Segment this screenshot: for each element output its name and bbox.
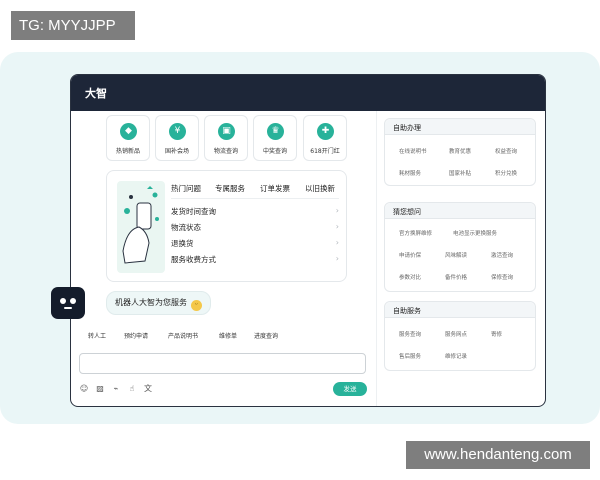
chevron-right-icon: › [335,206,339,215]
emoji-icon[interactable]: ☺ [79,384,89,394]
quick-action-label: 热销新品 [115,148,140,155]
card-title: 自助服务 [393,307,421,315]
faq-card: 热门问题 专属服务 订单发票 以旧换新 发货时间查询 › 物流状态 › 退换货 … [106,170,347,282]
quick-action-label: 618开门红 [310,148,340,155]
avatar-mouth [64,307,72,309]
shortcut-progress[interactable]: 进度查询 [254,331,278,340]
delivery-box-icon: ▣ [218,123,235,140]
bot-greeting-bubble: 机器人大智为您服务 ᵕ [106,291,211,315]
quick-action-label: 物流查询 [213,148,238,155]
image-icon[interactable]: ▨ [95,384,105,394]
card-title: 自助办理 [393,124,421,132]
smile-emoji-icon: ᵕ [191,300,202,311]
link-national-subsidy[interactable]: 国家补贴 [449,169,471,177]
chat-panel: ◆ 热销新品 ¥ 国补会场 ▣ 物流查询 ♛ 中奖查询 ✚ 618开门红 热门问… [71,111,376,406]
card-header: 自助办理 [385,119,535,135]
quick-action-new-products[interactable]: ◆ 热销新品 [106,115,150,161]
support-window: 大智 ◆ 热销新品 ¥ 国补会场 ▣ 物流查询 ♛ 中奖查询 ✚ 618开门红 [70,74,546,407]
thumbs-up-icon[interactable]: ☝ [127,384,137,394]
shortcut-appointment[interactable]: 预约申请 [124,331,148,340]
link-price-protection[interactable]: 申请价保 [399,251,421,259]
link-repair-history[interactable]: 维修记录 [445,352,467,360]
chevron-right-icon: › [335,238,339,247]
link-spare-parts-price[interactable]: 备件价格 [445,273,467,281]
chevron-right-icon: › [335,254,339,263]
link-warranty-query[interactable]: 保修查询 [491,273,513,281]
link-battery-replacement[interactable]: 电池显示更换服务 [453,229,497,237]
panel-divider [376,111,377,406]
quick-action-subsidy[interactable]: ¥ 国补会场 [155,115,199,161]
shortcut-manual[interactable]: 产品说明书 [168,331,198,340]
link-service-outlets[interactable]: 服务网点 [445,330,467,338]
quick-action-618[interactable]: ✚ 618开门红 [303,115,347,161]
faq-illustration [117,181,165,273]
greeting-text: 机器人大智为您服务 [115,298,187,307]
link-spec-compare[interactable]: 参数对比 [399,273,421,281]
suggested-questions-card: 猜您想问 官方换屏维修 电池显示更换服务 申请价保 风味解读 激活查询 参数对比… [384,202,536,292]
title-bar: 大智 [71,75,545,111]
faq-item-service-fees[interactable]: 服务收费方式 › [171,254,339,266]
tab-hot-questions[interactable]: 热门问题 [171,183,201,194]
tab-orders-invoices[interactable]: 订单发票 [260,183,290,194]
window-title: 大智 [85,87,107,100]
attachment-icon[interactable]: ⌁ [111,384,121,394]
faq-item-label: 退换货 [171,239,194,248]
link-consumables[interactable]: 耗材服务 [399,169,421,177]
watermark-top: TG: MYYJJPP [11,11,135,40]
send-button[interactable]: 发送 [333,382,367,396]
faq-item-label: 服务收费方式 [171,255,216,264]
translate-icon[interactable]: 文 [143,384,153,394]
link-flavor-explainer[interactable]: 风味解读 [445,251,467,259]
avatar-eye [70,298,76,304]
quick-action-label: 中奖查询 [262,148,287,155]
faq-item-returns[interactable]: 退换货 › [171,238,339,250]
shortcut-transfer-agent[interactable]: 转人工 [88,331,106,340]
avatar-eye [60,298,66,304]
shortcut-repair-order[interactable]: 维修单 [219,331,237,340]
tab-exclusive-service[interactable]: 专属服务 [215,183,245,194]
shopping-bag-icon: ◆ [120,123,137,140]
watermark-bottom: www.hendanteng.com [406,441,590,469]
card-header: 自助服务 [385,302,535,318]
bot-avatar [51,287,85,319]
card-title: 猜您想问 [393,208,421,216]
subsidy-icon: ¥ [169,123,186,140]
faq-item-label: 发货时间查询 [171,207,216,216]
faq-tabs: 热门问题 专属服务 订单发票 以旧换新 [171,183,343,195]
faq-item-label: 物流状态 [171,223,201,232]
quick-action-prize[interactable]: ♛ 中奖查询 [253,115,297,161]
self-service-card: 自助办理 在线说明书 教育优惠 权益查询 耗材服务 国家补贴 积分兑换 [384,118,536,186]
faq-item-logistics-status[interactable]: 物流状态 › [171,222,339,234]
quick-action-label: 国补会场 [164,148,189,155]
card-header: 猜您想问 [385,203,535,219]
quick-action-logistics[interactable]: ▣ 物流查询 [204,115,248,161]
tab-trade-in[interactable]: 以旧换新 [305,183,335,194]
tab-divider [171,198,339,199]
link-after-sales[interactable]: 售后服务 [399,352,421,360]
link-mail-in-repair[interactable]: 寄修 [491,330,502,338]
link-benefits-query[interactable]: 权益查询 [495,147,517,155]
self-help-card: 自助服务 服务查询 服务网点 寄修 售后服务 维修记录 [384,301,536,371]
link-screen-repair[interactable]: 官方换屏维修 [399,229,432,237]
link-activation-query[interactable]: 激活查询 [491,251,513,259]
link-online-manual[interactable]: 在线说明书 [399,147,427,155]
faq-item-shipping-time[interactable]: 发货时间查询 › [171,206,339,218]
link-points-exchange[interactable]: 积分兑换 [495,169,517,177]
link-education-discount[interactable]: 教育优惠 [449,147,471,155]
chevron-right-icon: › [335,222,339,231]
message-input[interactable] [79,353,366,374]
link-service-query[interactable]: 服务查询 [399,330,421,338]
gift-icon: ✚ [317,123,334,140]
trophy-icon: ♛ [267,123,284,140]
